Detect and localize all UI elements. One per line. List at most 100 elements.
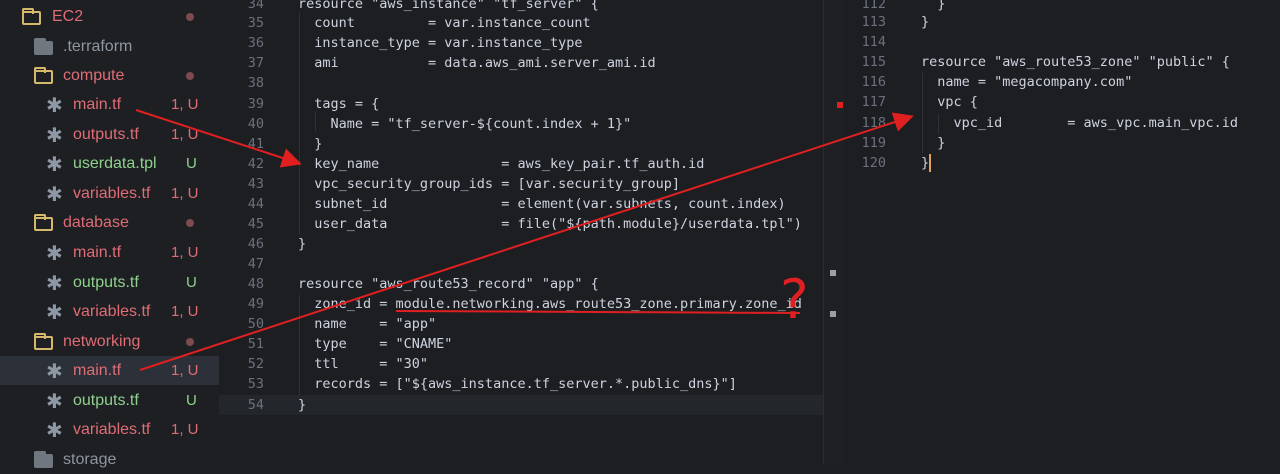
- line-number: 49: [247, 296, 264, 312]
- file-asterisk-icon: ✱: [46, 241, 63, 265]
- code-line: }: [298, 136, 323, 152]
- tree-label: main.tf: [73, 361, 122, 379]
- line-number: 118: [861, 115, 886, 131]
- git-status: 1, U: [171, 126, 199, 143]
- file-asterisk-icon: ✱: [46, 123, 63, 147]
- code-line: }: [921, 14, 930, 30]
- code-line: key_name = aws_key_pair.tf_auth.id: [298, 156, 705, 172]
- line-number: 120: [861, 155, 886, 171]
- tree-file-compute-main[interactable]: ✱ main.tf 1, U: [0, 90, 219, 119]
- tree-label: compute: [63, 66, 125, 84]
- git-status: 1, U: [171, 303, 199, 320]
- file-asterisk-icon: ✱: [46, 389, 63, 413]
- git-status: 1, U: [171, 96, 199, 113]
- tree-label: networking: [63, 332, 141, 350]
- tree-folder-database[interactable]: database: [0, 208, 219, 237]
- file-asterisk-icon: ✱: [46, 93, 63, 117]
- line-number: 54: [247, 397, 264, 413]
- code-line: }: [298, 397, 307, 413]
- editor-pane-left[interactable]: 34 35 36 37 38 39 40 41 42 43 44 45 46 4…: [219, 0, 824, 464]
- tree-file-database-variables[interactable]: ✱ variables.tf 1, U: [0, 297, 219, 326]
- git-status: U: [186, 274, 197, 291]
- file-asterisk-icon: ✱: [46, 359, 63, 383]
- tree-folder-storage[interactable]: storage: [0, 445, 219, 474]
- code-line: ami = data.aws_ami.server_ami.id: [298, 55, 656, 71]
- tree-file-database-outputs[interactable]: ✱ outputs.tf U: [0, 268, 219, 297]
- tree-file-networking-variables[interactable]: ✱ variables.tf 1, U: [0, 415, 219, 444]
- code-line: vpc_id = aws_vpc.main_vpc.id: [921, 115, 1238, 131]
- line-number: 115: [861, 54, 886, 70]
- git-status: 1, U: [171, 421, 199, 438]
- tree-file-compute-variables[interactable]: ✱ variables.tf 1, U: [0, 179, 219, 208]
- tree-label: database: [63, 213, 129, 231]
- code-line: name = "megacompany.com": [921, 74, 1133, 90]
- current-line-highlight: [219, 395, 824, 415]
- tree-label: variables.tf: [73, 302, 151, 320]
- tree-label: outputs.tf: [73, 391, 139, 409]
- tree-label: userdata.tpl: [73, 154, 157, 172]
- git-status: 1, U: [171, 362, 199, 379]
- file-asterisk-icon: ✱: [46, 182, 63, 206]
- tree-folder-terraform[interactable]: .terraform: [0, 32, 219, 61]
- tree-label: outputs.tf: [73, 125, 139, 143]
- line-number: 53: [247, 376, 264, 392]
- git-status: U: [186, 392, 197, 409]
- line-number: 46: [247, 236, 264, 252]
- pane-divider[interactable]: [823, 0, 845, 464]
- line-number: 114: [861, 34, 886, 50]
- line-number: 116: [861, 74, 886, 90]
- tree-folder-ec2[interactable]: EC2: [0, 2, 219, 31]
- code-line: vpc_security_group_ids = [var.security_g…: [298, 176, 681, 192]
- code-line: count = var.instance_count: [298, 15, 591, 31]
- line-number: 44: [247, 196, 264, 212]
- code-line: }: [298, 236, 307, 252]
- line-number: 39: [247, 96, 264, 112]
- code-line: tags = {: [298, 96, 380, 112]
- line-number: 119: [861, 135, 886, 151]
- code-line: instance_type = var.instance_type: [298, 35, 583, 51]
- line-number: 48: [247, 276, 264, 292]
- line-number: 43: [247, 176, 264, 192]
- code-line: resource "aws_instance" "tf_server" {: [298, 0, 599, 12]
- text-cursor: [929, 154, 931, 172]
- scroll-marker: [830, 270, 836, 276]
- line-number: 41: [247, 136, 264, 152]
- tree-label: main.tf: [73, 95, 122, 113]
- tree-file-networking-outputs[interactable]: ✱ outputs.tf U: [0, 386, 219, 415]
- file-asterisk-icon: ✱: [46, 300, 63, 324]
- modified-dot: [186, 13, 194, 21]
- modified-dot: [186, 219, 194, 227]
- line-number: 51: [247, 336, 264, 352]
- code-line: }: [921, 155, 930, 171]
- modified-dot: [186, 338, 194, 346]
- file-asterisk-icon: ✱: [46, 152, 63, 176]
- code-line: name = "app": [298, 316, 437, 332]
- tree-file-networking-main[interactable]: ✱ main.tf 1, U: [0, 356, 219, 385]
- tree-file-database-main[interactable]: ✱ main.tf 1, U: [0, 238, 219, 267]
- tree-label: main.tf: [73, 243, 122, 261]
- code-line: user_data = file("${path.module}/userdat…: [298, 216, 802, 232]
- file-asterisk-icon: ✱: [46, 271, 63, 295]
- folder-open-icon: [34, 333, 53, 350]
- line-number: 50: [247, 316, 264, 332]
- tree-folder-networking[interactable]: networking: [0, 327, 219, 356]
- modified-dot: [186, 72, 194, 80]
- folder-open-icon: [34, 67, 53, 84]
- folder-open-icon: [34, 214, 53, 231]
- file-asterisk-icon: ✱: [46, 418, 63, 442]
- tree-label: variables.tf: [73, 184, 151, 202]
- tree-label: variables.tf: [73, 420, 151, 438]
- scroll-marker: [830, 311, 836, 317]
- tree-label: .terraform: [63, 37, 133, 55]
- line-number: 42: [247, 156, 264, 172]
- tree-file-compute-outputs[interactable]: ✱ outputs.tf 1, U: [0, 120, 219, 149]
- line-number: 37: [247, 55, 264, 71]
- tree-folder-compute[interactable]: compute: [0, 61, 219, 90]
- code-line: Name = "tf_server-${count.index + 1}": [298, 116, 632, 132]
- line-number: 117: [861, 94, 886, 110]
- code-line: zone_id = module.networking.aws_route53_…: [298, 296, 802, 312]
- tree-file-compute-userdata[interactable]: ✱ userdata.tpl U: [0, 149, 219, 178]
- line-number: 45: [247, 216, 264, 232]
- code-line: type = "CNAME": [298, 336, 453, 352]
- editor-pane-right[interactable]: 112 113 114 115 116 117 118 119 120 } } …: [844, 0, 1280, 464]
